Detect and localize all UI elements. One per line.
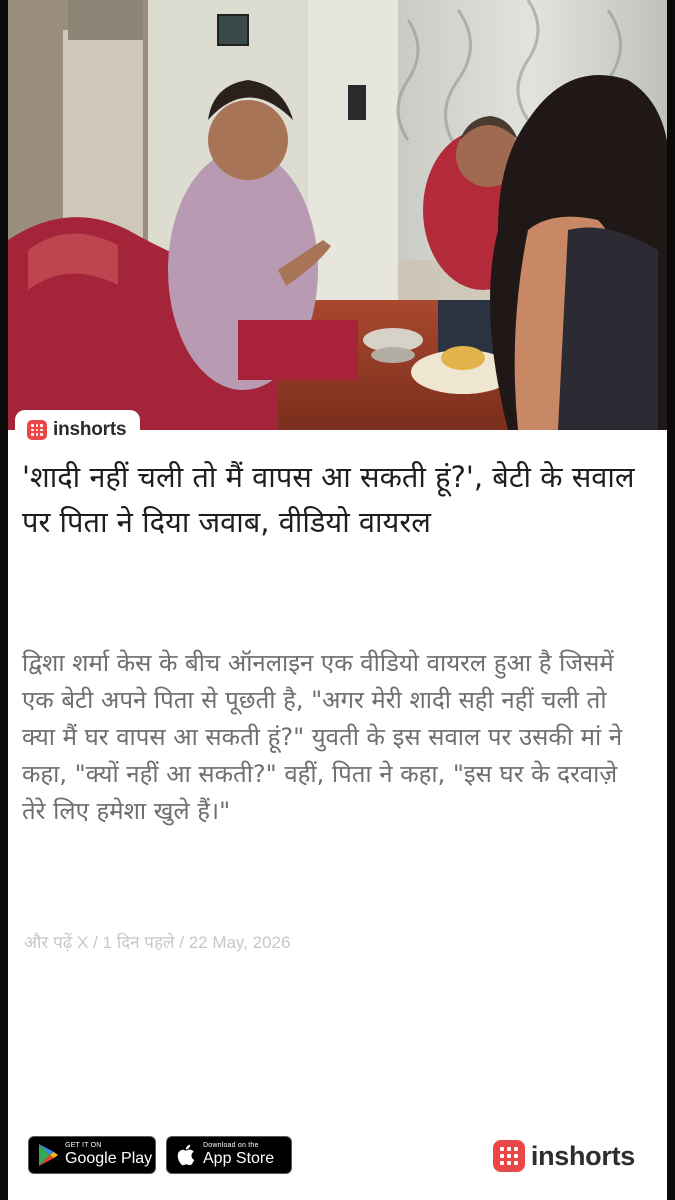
brand-name: inshorts	[53, 419, 127, 440]
footer-brand-name: inshorts	[530, 1140, 635, 1171]
meta-separator: /	[88, 933, 103, 952]
read-more-link[interactable]: और पढ़ें X	[24, 933, 88, 952]
news-card-screen: inshorts 'शादी नहीं चली तो मैं वापस आ सक…	[0, 0, 675, 1200]
app-store-small-label: Download on the	[203, 1142, 259, 1149]
article-headline: 'शादी नहीं चली तो मैं वापस आ सकती हूं?',…	[22, 460, 635, 539]
article-image[interactable]	[8, 0, 667, 430]
family-dinner-photo	[8, 0, 667, 430]
google-play-label: Google Play	[65, 1150, 153, 1167]
google-play-button[interactable]: GET IT ON Google Play	[28, 1136, 156, 1174]
app-store-button[interactable]: Download on the App Store	[166, 1136, 292, 1174]
publish-date: 22 May, 2026	[188, 933, 291, 952]
inshorts-footer-logo-icon	[492, 1140, 525, 1172]
article-summary: द्विशा शर्मा केस के बीच ऑनलाइन एक वीडियो…	[22, 649, 623, 825]
apple-icon	[177, 1144, 195, 1166]
footer-brand: inshorts	[492, 1136, 635, 1176]
inshorts-badge: inshorts	[15, 410, 141, 450]
google-play-small-label: GET IT ON	[65, 1142, 102, 1149]
left-border	[0, 0, 8, 1200]
article-meta: और पढ़ें X / 1 दिन पहले / 22 May, 2026	[24, 930, 290, 953]
google-play-icon	[39, 1144, 58, 1166]
meta-separator-2: /	[174, 933, 189, 952]
app-store-label: App Store	[203, 1150, 275, 1167]
relative-time: 1 दिन पहले	[102, 933, 175, 952]
right-border	[667, 0, 675, 1200]
inshorts-logo-icon	[27, 420, 47, 440]
